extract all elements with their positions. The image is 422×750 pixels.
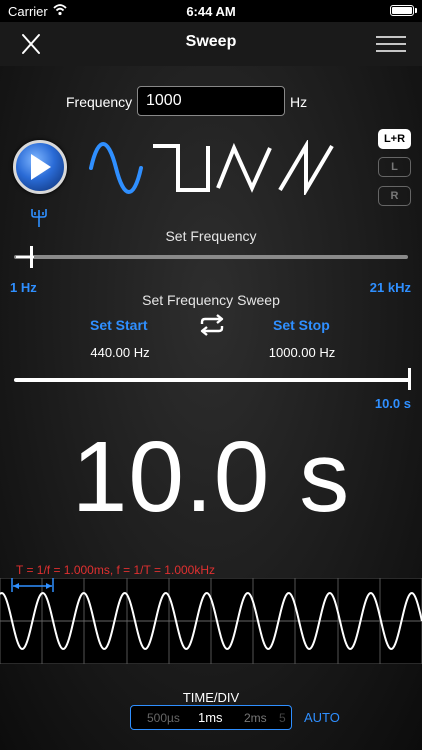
frequency-label: Frequency <box>66 94 133 110</box>
status-time: 6:44 AM <box>186 4 236 19</box>
time-div-option-prev[interactable]: 500µs <box>147 711 180 725</box>
channel-both-button[interactable]: L+R <box>378 129 411 149</box>
channel-left-button[interactable]: L <box>378 157 411 177</box>
time-div-option-edge[interactable]: 5 <box>279 711 286 725</box>
sweep-duration-max-label: 10.0 s <box>374 396 411 411</box>
sweep-time-display: 10.0 s <box>71 421 351 533</box>
sweep-duration-slider-track[interactable] <box>14 378 410 382</box>
hamburger-menu-icon[interactable] <box>376 36 406 52</box>
auto-button[interactable]: AUTO <box>304 710 340 725</box>
sweep-start-value: 440.00 Hz <box>90 345 150 360</box>
frequency-input[interactable] <box>137 86 285 116</box>
battery-icon <box>390 5 414 16</box>
time-div-option-next[interactable]: 2ms <box>244 711 267 725</box>
scope-formula: T = 1/f = 1.000ms, f = 1/T = 1.000kHz <box>16 563 216 577</box>
sawtooth-wave-icon[interactable] <box>278 140 334 195</box>
time-div-option-current[interactable]: 1ms <box>198 710 223 725</box>
square-wave-icon[interactable] <box>150 140 212 195</box>
sweep-stop-value: 1000.00 Hz <box>268 345 336 360</box>
sweep-duration-slider-thumb[interactable] <box>408 368 411 390</box>
triangle-wave-icon[interactable] <box>216 140 272 195</box>
period-marker <box>11 578 54 592</box>
set-stop-button[interactable]: Set Stop <box>273 317 330 333</box>
frequency-slider-track[interactable] <box>14 255 408 259</box>
sine-wave-icon[interactable] <box>88 140 144 195</box>
channel-right-button[interactable]: R <box>378 186 411 206</box>
frequency-slider-thumb[interactable] <box>30 246 33 268</box>
time-div-label: TIME/DIV <box>182 690 240 705</box>
antenna-icon <box>31 209 47 227</box>
set-start-button[interactable]: Set Start <box>90 317 148 333</box>
page-title: Sweep <box>185 33 237 50</box>
play-icon[interactable] <box>31 154 51 180</box>
set-frequency-label: Set Frequency <box>165 228 257 244</box>
set-frequency-sweep-label: Set Frequency Sweep <box>142 292 280 308</box>
frequency-unit: Hz <box>290 94 308 110</box>
oscilloscope-display[interactable] <box>0 578 422 664</box>
battery-tip <box>415 8 417 13</box>
swap-icon[interactable] <box>198 313 226 337</box>
